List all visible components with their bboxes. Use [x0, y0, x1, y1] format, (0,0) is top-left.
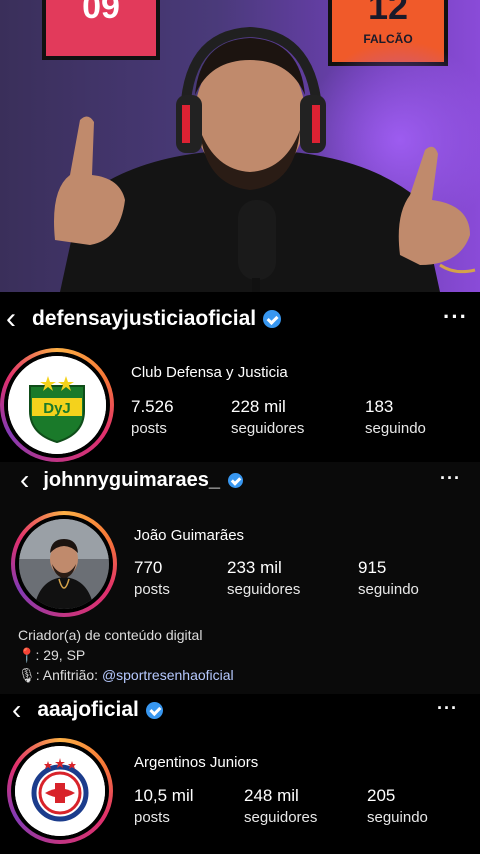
story-ring[interactable] [11, 511, 117, 617]
profile-avatar[interactable] [15, 746, 105, 836]
following-stat[interactable]: 183 seguindo [365, 397, 426, 437]
video-frame: 09 12 FALCÃO [0, 0, 480, 292]
story-ring[interactable]: DyJ [0, 348, 114, 462]
followers-stat[interactable]: 233 mil seguidores [227, 558, 300, 598]
back-arrow-icon[interactable]: ‹ [20, 465, 29, 495]
microphone-icon: 🎙 [18, 667, 36, 683]
profile-panel-johnny: ‹ johnnyguimaraes_ ··· João Guimarães 77… [0, 462, 480, 694]
profile-panel-argentinos: ‹ aaajoficial ··· Argentinos Juniors 10,… [0, 694, 480, 854]
followers-stat[interactable]: 248 mil seguidores [244, 786, 317, 826]
profile-panel-defensa: ‹ defensayjusticiaoficial ··· DyJ Club D… [0, 292, 480, 462]
verified-badge-icon [228, 472, 244, 488]
bio-category: Criador(a) de conteúdo digital [18, 627, 203, 643]
back-arrow-icon[interactable]: ‹ [12, 695, 21, 725]
argentinos-crest-icon [15, 746, 105, 836]
defensa-crest-icon: DyJ [8, 356, 106, 454]
more-options-icon[interactable]: ··· [443, 304, 468, 330]
posts-stat[interactable]: 770 posts [134, 558, 170, 598]
pin-icon: 📍 [18, 647, 36, 663]
presenter-figure [54, 26, 476, 292]
profile-name: Argentinos Juniors [134, 754, 259, 771]
more-options-icon[interactable]: ··· [440, 468, 461, 489]
story-ring[interactable] [7, 738, 113, 844]
profile-bio: Criador(a) de conteúdo digital 📍: 29, SP… [18, 625, 234, 685]
profile-handle: aaajoficial [37, 698, 139, 721]
back-arrow-icon[interactable]: ‹ [6, 304, 16, 334]
bio-line-host: 🎙: Anfitrião: @sportresenhaoficial [18, 667, 234, 683]
verified-badge-icon [263, 310, 282, 328]
person-photo-icon [19, 519, 109, 609]
svg-text:DyJ: DyJ [43, 400, 71, 417]
bio-line-location: 📍: 29, SP [18, 647, 86, 663]
bio-mention-link[interactable]: @sportresenhaoficial [102, 667, 234, 683]
verified-badge-icon [145, 701, 163, 719]
following-stat[interactable]: 915 seguindo [358, 558, 419, 598]
posts-stat[interactable]: 10,5 mil posts [134, 786, 194, 826]
profile-name: Club Defensa y Justicia [131, 364, 288, 381]
more-options-icon[interactable]: ··· [437, 698, 458, 719]
profile-name: João Guimarães [134, 527, 245, 544]
followers-stat[interactable]: 228 mil seguidores [231, 397, 304, 437]
profile-handle: johnnyguimaraes_ [43, 468, 221, 491]
profile-avatar[interactable]: DyJ [8, 356, 106, 454]
profile-avatar[interactable] [19, 519, 109, 609]
following-stat[interactable]: 205 seguindo [367, 786, 428, 826]
posts-stat[interactable]: 7.526 posts [131, 397, 174, 437]
profile-handle: defensayjusticiaoficial [32, 307, 257, 330]
